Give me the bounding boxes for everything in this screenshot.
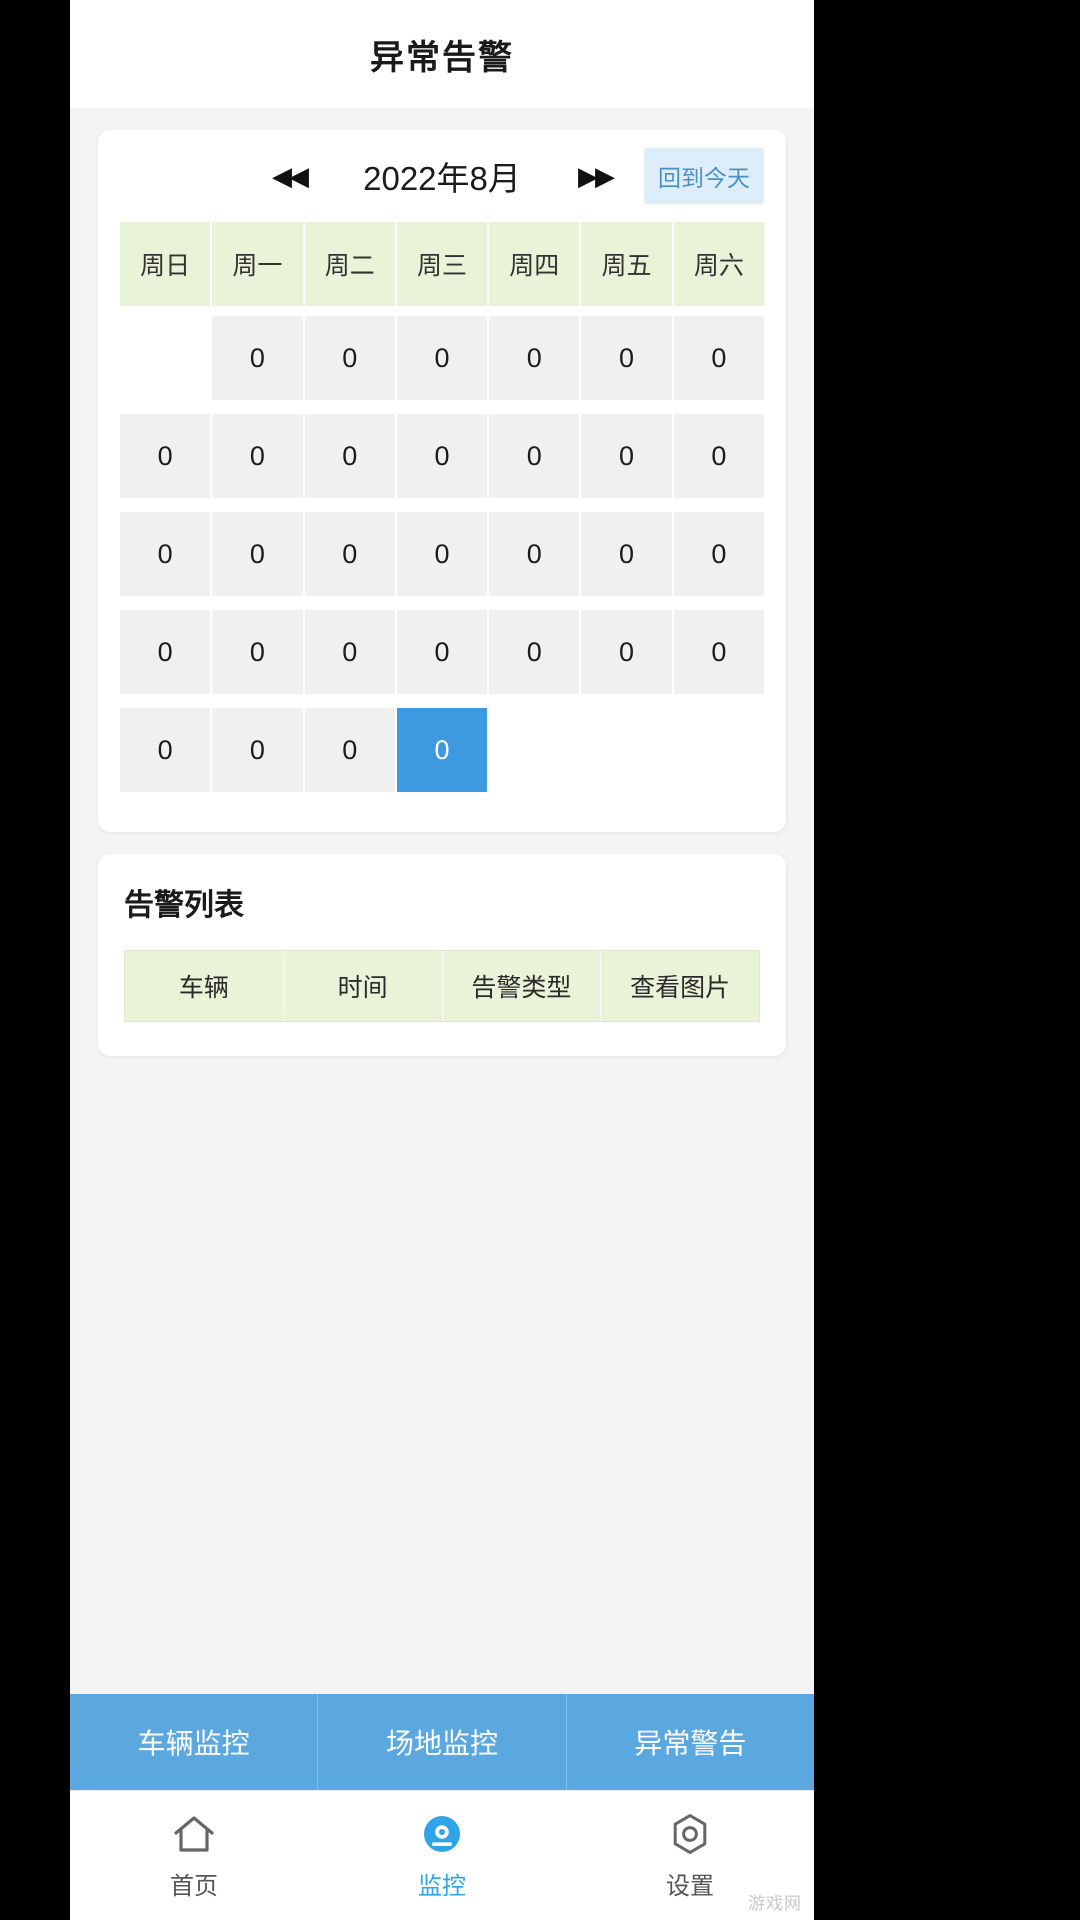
calendar-cell[interactable]: 0 (304, 316, 395, 400)
calendar-cell[interactable]: 0 (673, 414, 764, 498)
tab-0[interactable]: 车辆监控 (70, 1694, 319, 1790)
calendar-cell[interactable]: 0 (396, 414, 488, 498)
alert-column-header: 车辆 (125, 951, 284, 1021)
calendar-cell[interactable]: 0 (489, 512, 580, 596)
calendar-cell[interactable]: 0 (581, 610, 672, 694)
segmented-tab-bar: 车辆监控 场地监控 异常警告 (70, 1694, 814, 1790)
calendar-cell-empty (489, 708, 579, 792)
calendar-cell-empty (120, 316, 210, 400)
weekday-label-5: 周五 (581, 222, 672, 306)
calendar-cell-empty (581, 708, 671, 792)
weekday-label-1: 周一 (212, 222, 303, 306)
home-icon (170, 1810, 218, 1858)
calendar-week-row: 000000 (120, 316, 764, 400)
calendar-cell[interactable]: 0 (396, 512, 488, 596)
alert-column-header: 查看图片 (601, 951, 759, 1021)
phone-viewport: 异常告警 ◀◀ 2022年8月 ▶▶ 回到今天 周日 周一 周二 周三 周四 周五 周六 0… (70, 0, 814, 1920)
alert-column-header: 告警类型 (442, 951, 602, 1021)
calendar-cell[interactable]: 0 (489, 610, 580, 694)
calendar-cell[interactable]: 0 (212, 512, 303, 596)
calendar-cell[interactable]: 0 (120, 708, 211, 792)
calendar-week-row: 0000 (120, 708, 764, 792)
calendar-grid: 周日 周一 周二 周三 周四 周五 周六 0000000000000000000000000… (98, 222, 786, 792)
calendar-cell[interactable]: 0 (673, 512, 764, 596)
watermark: 游戏网 (748, 1894, 802, 1913)
prev-month-icon[interactable]: ◀◀ (262, 157, 316, 195)
page-body: ◀◀ 2022年8月 ▶▶ 回到今天 周日 周一 周二 周三 周四 周五 周六 000000… (70, 108, 814, 1694)
calendar-cell[interactable]: 0 (304, 610, 395, 694)
calendar-cell[interactable]: 0 (120, 512, 211, 596)
back-to-today-button[interactable]: 回到今天 (644, 148, 764, 204)
calendar-cell[interactable]: 0 (396, 610, 488, 694)
calendar-cell[interactable]: 0 (581, 414, 672, 498)
alert-column-header: 时间 (283, 951, 443, 1021)
nav-item-1[interactable]: 监控 (318, 1791, 566, 1920)
calendar-cell[interactable]: 0 (489, 414, 580, 498)
tab-1[interactable]: 场地监控 (318, 1694, 567, 1790)
app-header: 异常告警 (70, 0, 814, 108)
calendar-cell[interactable]: 0 (396, 316, 488, 400)
camera-icon (418, 1810, 466, 1858)
weekday-label-2: 周二 (304, 222, 395, 306)
alert-list-table-header: 车辆 时间 告警类型 查看图片 (124, 950, 760, 1022)
calendar-cell[interactable]: 0 (212, 414, 303, 498)
calendar-cell[interactable]: 0 (673, 610, 764, 694)
weekday-label-4: 周四 (489, 222, 580, 306)
calendar-cell[interactable]: 0 (212, 708, 303, 792)
calendar-cell[interactable]: 0 (489, 316, 580, 400)
page-title: 异常告警 (370, 38, 514, 77)
calendar-cell[interactable]: 0 (212, 610, 303, 694)
nav-label: 首页 (170, 1873, 218, 1900)
calendar-cell[interactable]: 0 (581, 512, 672, 596)
current-month-label: 2022年8月 (363, 160, 521, 197)
calendar-weeks: 0000000000000000000000000000000 (120, 316, 764, 792)
calendar-nav: ◀◀ 2022年8月 ▶▶ 回到今天 (98, 130, 786, 222)
tab-2[interactable]: 异常警告 (567, 1694, 814, 1790)
alert-list-card: 告警列表 车辆 时间 告警类型 查看图片 (98, 854, 786, 1056)
weekday-label-3: 周三 (396, 222, 488, 306)
weekday-label-6: 周六 (673, 222, 764, 306)
nav-label: 监控 (418, 1873, 466, 1900)
calendar-cell[interactable]: 0 (304, 708, 395, 792)
calendar-cell[interactable]: 0 (304, 512, 395, 596)
calendar-cell-empty (674, 708, 764, 792)
weekday-header-row: 周日 周一 周二 周三 周四 周五 周六 (120, 222, 764, 306)
calendar-cell-selected[interactable]: 0 (396, 708, 488, 792)
calendar-cell[interactable]: 0 (120, 610, 211, 694)
calendar-cell[interactable]: 0 (120, 414, 211, 498)
nav-item-0[interactable]: 首页 (70, 1791, 318, 1920)
calendar-cell[interactable]: 0 (304, 414, 395, 498)
nav-label: 设置 (666, 1873, 714, 1900)
calendar-week-row: 0000000 (120, 610, 764, 694)
calendar-cell[interactable]: 0 (581, 316, 672, 400)
alert-list-title: 告警列表 (124, 889, 244, 922)
next-month-icon[interactable]: ▶▶ (568, 157, 622, 195)
gear-icon (666, 1810, 714, 1858)
calendar-cell[interactable]: 0 (673, 316, 764, 400)
calendar-cell[interactable]: 0 (212, 316, 303, 400)
weekday-label-0: 周日 (120, 222, 211, 306)
calendar-week-row: 0000000 (120, 512, 764, 596)
bottom-navigation: 首页 监控 设置 (70, 1790, 814, 1920)
calendar-week-row: 0000000 (120, 414, 764, 498)
calendar-card: ◀◀ 2022年8月 ▶▶ 回到今天 周日 周一 周二 周三 周四 周五 周六 000000… (98, 130, 786, 832)
